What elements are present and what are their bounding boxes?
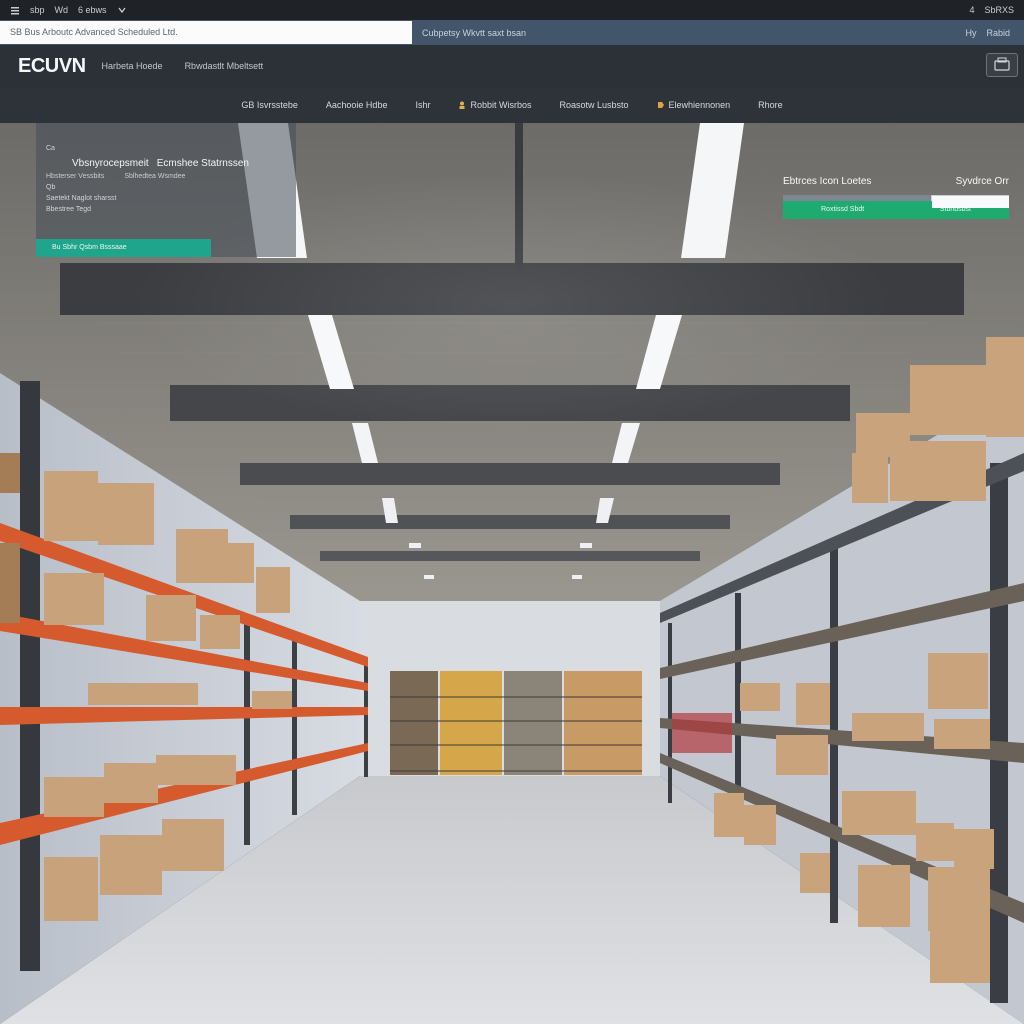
system-item[interactable]: 6 ebws: [78, 5, 107, 15]
nav-item[interactable]: Robbit Wisrbos: [458, 100, 532, 110]
system-right-item[interactable]: SbRXS: [984, 5, 1014, 15]
category-nav: GB Isvrsstebe Aachooie Hdbe Ishr Robbit …: [0, 87, 1024, 124]
promo-meta-left: Hbsterser Vessbits: [46, 173, 105, 180]
person-icon: [458, 101, 466, 109]
nav-item[interactable]: Rhore: [758, 100, 783, 110]
tab-title[interactable]: Cubpetsy Wkvtt saxt bsan: [422, 28, 526, 38]
signup-progress-fill: [783, 195, 931, 201]
promo-line: Saetekt Naglot sharsst: [46, 195, 117, 202]
promo-line: Ca: [46, 145, 55, 152]
system-bar: sbp Wd 6 ebws 4 SbRXS: [0, 0, 1024, 20]
signup-price: Syvdrce Orr: [955, 176, 1009, 187]
cart-icon[interactable]: [986, 53, 1018, 77]
promo-meta-right: Sblhedtea Wsmdee: [124, 173, 186, 180]
promo-line: Qb: [46, 184, 56, 191]
subnav-link[interactable]: Harbeta Hoede: [102, 61, 163, 71]
nav-item[interactable]: Aachooie Hdbe: [326, 100, 388, 110]
tag-icon: [657, 101, 665, 109]
system-item[interactable]: sbp: [30, 5, 45, 15]
nav-item[interactable]: GB Isvrsstebe: [241, 100, 298, 110]
header-subnav: Harbeta Hoede Rbwdastlt Mbeltsett: [102, 61, 264, 71]
signup-input[interactable]: [932, 196, 1009, 208]
signup-header: Ebtrces Icon Loetes Syvdrce Orr: [783, 176, 1009, 187]
chevron-down-icon[interactable]: [117, 5, 127, 15]
address-bar: SB Bus Arboutc Advanced Scheduled Ltd. C…: [0, 20, 1024, 45]
url-input[interactable]: SB Bus Arboutc Advanced Scheduled Ltd.: [0, 21, 412, 44]
promo-meta: Hbsterser Vessbits Sblhedtea Wsmdee: [46, 173, 286, 180]
promo-title-left: Vbsnyrocepsmeit: [72, 158, 149, 169]
nav-item[interactable]: Roasotw Lusbsto: [560, 100, 629, 110]
promo-line: Bbestree Tegd: [46, 206, 92, 213]
promo-title-right: Ecmshee Statrnssen: [156, 158, 249, 169]
subnav-link[interactable]: Rbwdastlt Mbeltsett: [185, 61, 264, 71]
site-header: ECUVN Harbeta Hoede Rbwdastlt Mbeltsett: [0, 45, 1024, 87]
system-right-item[interactable]: 4: [969, 5, 974, 15]
promo-panel: Ca Vbsnyrocepsmeit Ecmshee Statrnssen Hb…: [36, 123, 296, 257]
site-logo[interactable]: ECUVN: [18, 55, 86, 78]
nav-item[interactable]: Elewhiennonen: [657, 100, 730, 110]
promo-cta-button[interactable]: Bu Sbhr Qsbm Bsssaae: [36, 239, 211, 257]
system-item[interactable]: Wd: [55, 5, 69, 15]
hero-warehouse-image: [0, 123, 1024, 1024]
burger-icon[interactable]: [10, 5, 20, 15]
url-right-item[interactable]: Hy: [965, 28, 976, 38]
signup-title: Ebtrces Icon Loetes: [783, 176, 872, 187]
nav-item[interactable]: Ishr: [415, 100, 430, 110]
signup-panel: Ebtrces Icon Loetes Syvdrce Orr Roxtissd…: [783, 176, 1009, 230]
url-right-item[interactable]: Rabid: [986, 28, 1010, 38]
signup-button-left: Roxtissd Sbdt: [821, 206, 865, 213]
promo-title: Vbsnyrocepsmeit Ecmshee Statrnssen: [72, 158, 286, 169]
